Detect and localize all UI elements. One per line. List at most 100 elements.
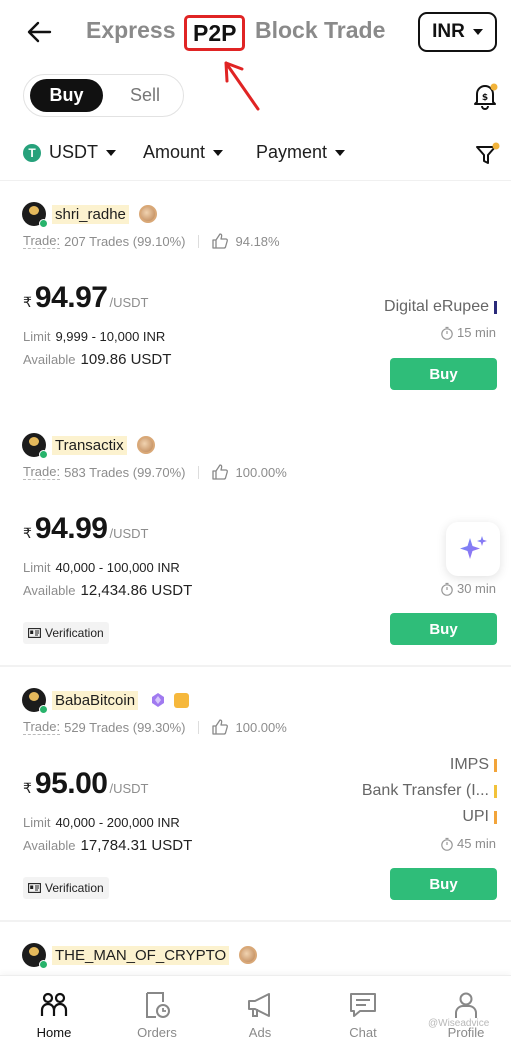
payment-method-name: Bank Transfer (I... xyxy=(361,782,489,799)
payment-color-bar xyxy=(494,784,497,798)
buy-toggle-option[interactable]: Buy xyxy=(30,79,103,112)
offer-price: 94.97 xyxy=(34,281,108,314)
sparkle-icon xyxy=(460,536,487,559)
available-label: Available xyxy=(23,352,76,367)
avatar[interactable] xyxy=(22,943,48,969)
nav-orders-label: Orders xyxy=(137,1025,177,1040)
limit-row: Limit 40,000 - 100,000 INR xyxy=(23,560,180,575)
advertiser-name[interactable]: Transactix xyxy=(52,435,127,455)
tab-p2p[interactable]: P2P xyxy=(184,15,246,51)
time-value: 15 min xyxy=(456,325,496,340)
nav-ads-label: Ads xyxy=(248,1025,272,1040)
online-status-dot xyxy=(39,450,48,459)
limit-label: Limit xyxy=(23,560,51,575)
payment-method-name: Digital eRupee xyxy=(384,298,489,315)
price-row: ₹ 94.97 /USDT xyxy=(23,281,149,315)
payment-method: Digital eRupee xyxy=(384,298,497,316)
trade-count: 207 Trades (99.10%) xyxy=(64,233,186,249)
trade-stats: Trade: 583 Trades (99.70%) 100.00% xyxy=(23,463,287,481)
advertiser-name[interactable]: BabaBitcoin xyxy=(52,690,139,710)
limit-label: Limit xyxy=(23,815,51,830)
payment-filter[interactable]: Payment xyxy=(256,142,346,163)
limit-value: 40,000 - 100,000 INR xyxy=(55,560,180,575)
avatar[interactable] xyxy=(22,433,48,459)
diamond-badge-icon xyxy=(152,693,165,707)
trade-count: 529 Trades (99.30%) xyxy=(64,719,186,735)
thumbs-up-icon xyxy=(211,233,228,249)
watermark-text: @Wiseadvice xyxy=(428,1018,490,1029)
amount-filter[interactable]: Amount xyxy=(143,142,224,163)
back-arrow-icon[interactable] xyxy=(26,18,52,46)
rupee-symbol: ₹ xyxy=(23,525,32,541)
profile-icon xyxy=(455,992,477,1018)
thumbs-up-icon xyxy=(211,464,228,480)
limit-row: Limit 40,000 - 200,000 INR xyxy=(23,815,180,830)
advertiser-name[interactable]: THE_MAN_OF_CRYPTO xyxy=(52,945,230,965)
home-people-icon xyxy=(40,992,68,1016)
megaphone-icon xyxy=(248,993,270,1017)
divider xyxy=(0,180,511,181)
payment-color-bar xyxy=(494,810,497,824)
buy-button[interactable]: Buy xyxy=(390,868,497,900)
trade-label: Trade: xyxy=(23,233,61,249)
filter-bar: T USDT Amount Payment xyxy=(0,138,511,174)
available-row: Available 17,784.31 USDT xyxy=(23,837,192,854)
nav-ads[interactable]: Ads xyxy=(220,990,300,1040)
online-status-dot xyxy=(39,705,48,714)
offer-card: shri_radhe Trade: 207 Trades (99.10%) 94… xyxy=(0,201,511,401)
filter-funnel-icon[interactable] xyxy=(474,142,500,168)
avatar[interactable] xyxy=(22,688,48,714)
nav-home-label: Home xyxy=(36,1025,72,1040)
rupee-symbol: ₹ xyxy=(23,294,32,310)
card-divider xyxy=(0,665,511,667)
price-row: ₹ 94.99 /USDT xyxy=(23,512,149,546)
avatar[interactable] xyxy=(22,202,48,228)
thumbs-up-icon xyxy=(211,719,228,735)
payment-time: 30 min xyxy=(440,581,496,596)
nav-chat[interactable]: Chat xyxy=(323,990,403,1040)
price-row: ₹ 95.00 /USDT xyxy=(23,767,149,801)
timer-icon xyxy=(441,582,453,596)
nav-profile[interactable]: Profile xyxy=(426,990,506,1040)
offer-price: 95.00 xyxy=(34,767,108,800)
advertiser-name[interactable]: shri_radhe xyxy=(52,204,129,224)
caret-down-icon xyxy=(213,149,224,156)
offer-card: THE_MAN_OF_CRYPTO xyxy=(0,942,511,972)
offer-card: BabaBitcoin Trade: 529 Trades (99.30%) 1… xyxy=(0,687,511,907)
rupee-symbol: ₹ xyxy=(23,780,32,796)
tab-block-trade[interactable]: Block Trade xyxy=(255,17,385,44)
annotation-arrow-icon xyxy=(224,61,260,111)
bronze-badge-icon xyxy=(239,946,258,964)
buy-button[interactable]: Buy xyxy=(390,613,497,645)
caret-down-icon xyxy=(472,29,483,35)
currency-select[interactable]: INR xyxy=(418,12,497,52)
positive-rate: 100.00% xyxy=(235,464,287,480)
limit-value: 9,999 - 10,000 INR xyxy=(55,329,166,344)
coin-filter[interactable]: T USDT xyxy=(23,142,116,163)
payment-method-name: IMPS xyxy=(449,756,489,773)
online-status-dot xyxy=(39,960,48,969)
sell-toggle-option[interactable]: Sell xyxy=(114,79,176,112)
price-alert-bell-icon[interactable]: $ xyxy=(471,82,499,110)
available-label: Available xyxy=(23,583,76,598)
payment-color-bar xyxy=(494,758,497,772)
buy-sell-toggle: Buy Sell xyxy=(23,74,184,117)
tab-express[interactable]: Express xyxy=(86,17,176,44)
divider xyxy=(197,234,199,248)
nav-home[interactable]: Home xyxy=(14,990,94,1040)
advertiser-row: THE_MAN_OF_CRYPTO xyxy=(22,942,258,969)
ai-assistant-button[interactable] xyxy=(446,522,500,576)
price-unit: /USDT xyxy=(109,781,149,796)
verification-badge: Verification xyxy=(23,622,109,644)
nav-orders[interactable]: Orders xyxy=(117,990,197,1040)
buy-button[interactable]: Buy xyxy=(390,358,497,390)
time-value: 45 min xyxy=(456,836,496,851)
card-divider xyxy=(0,920,511,922)
limit-row: Limit 9,999 - 10,000 INR xyxy=(23,329,165,344)
trade-label: Trade: xyxy=(23,719,61,735)
timer-icon xyxy=(441,326,453,340)
limit-label: Limit xyxy=(23,329,51,344)
caret-down-icon xyxy=(106,149,116,156)
payment-time: 45 min xyxy=(440,836,496,851)
payment-filter-label: Payment xyxy=(256,142,328,162)
